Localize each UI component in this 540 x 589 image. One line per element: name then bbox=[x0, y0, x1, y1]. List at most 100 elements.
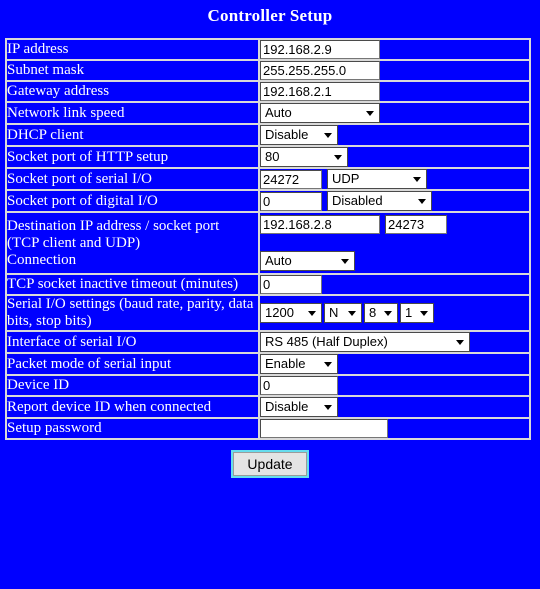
tcp-timeout-input[interactable]: 0 bbox=[260, 275, 322, 294]
label-setup-password: Setup password bbox=[6, 418, 259, 439]
label-device-id: Device ID bbox=[6, 375, 259, 396]
label-gateway-address: Gateway address bbox=[6, 81, 259, 102]
serial-io-protocol-select[interactable]: UDP bbox=[327, 169, 427, 189]
table-row-subnet-mask: Subnet mask 255.255.255.0 bbox=[6, 60, 530, 81]
table-row-gateway-address: Gateway address 192.168.2.1 bbox=[6, 81, 530, 102]
field-network-link-speed: Auto bbox=[259, 102, 530, 124]
label-serial-io-port: Socket port of serial I/O bbox=[6, 168, 259, 190]
field-serial-interface: RS 485 (Half Duplex) bbox=[259, 331, 530, 353]
table-row-network-link-speed: Network link speed Auto bbox=[6, 102, 530, 124]
label-packet-mode: Packet mode of serial input bbox=[6, 353, 259, 375]
field-device-id: 0 bbox=[259, 375, 530, 396]
table-row-ip-address: IP address 192.168.2.9 bbox=[6, 39, 530, 60]
chevron-down-icon bbox=[384, 311, 392, 316]
table-row-http-setup-port: Socket port of HTTP setup 80 bbox=[6, 146, 530, 168]
baud-rate-select[interactable]: 1200 bbox=[260, 303, 322, 323]
label-serial-settings: Serial I/O settings (baud rate, parity, … bbox=[6, 295, 259, 331]
chevron-down-icon bbox=[348, 311, 356, 316]
label-ip-address: IP address bbox=[6, 39, 259, 60]
field-subnet-mask: 255.255.255.0 bbox=[259, 60, 530, 81]
http-setup-port-value: 80 bbox=[265, 149, 280, 164]
digital-io-port-input[interactable]: 0 bbox=[260, 191, 322, 211]
field-dhcp-client: Disable bbox=[259, 124, 530, 146]
http-setup-port-select[interactable]: 80 bbox=[260, 147, 348, 167]
label-destination-ip-line1: Destination IP address / socket port bbox=[7, 217, 220, 234]
packet-mode-select[interactable]: Enable bbox=[260, 354, 338, 374]
connection-select[interactable]: Auto bbox=[260, 251, 355, 271]
field-http-setup-port: 80 bbox=[259, 146, 530, 168]
label-dhcp-client: DHCP client bbox=[6, 124, 259, 146]
chevron-down-icon bbox=[418, 199, 426, 204]
chevron-down-icon bbox=[324, 133, 332, 138]
field-gateway-address: 192.168.2.1 bbox=[259, 81, 530, 102]
destination-port-input[interactable]: 24273 bbox=[385, 215, 447, 234]
chevron-down-icon bbox=[324, 405, 332, 410]
footer-bar: Update bbox=[0, 450, 540, 478]
network-link-speed-value: Auto bbox=[265, 105, 292, 120]
chevron-down-icon bbox=[456, 340, 464, 345]
parity-select[interactable]: N bbox=[324, 303, 362, 323]
stop-bits-value: 1 bbox=[405, 305, 413, 320]
serial-io-port-input[interactable]: 24272 bbox=[260, 169, 322, 189]
gateway-address-input[interactable]: 192.168.2.1 bbox=[260, 82, 380, 101]
chevron-down-icon bbox=[308, 311, 316, 316]
field-digital-io-port: 0 Disabled bbox=[259, 190, 530, 212]
chevron-down-icon bbox=[413, 177, 421, 182]
chevron-down-icon bbox=[324, 362, 332, 367]
field-report-device-id: Disable bbox=[259, 396, 530, 418]
chevron-down-icon bbox=[366, 111, 374, 116]
network-link-speed-select[interactable]: Auto bbox=[260, 103, 380, 123]
controller-setup-table: IP address 192.168.2.9 Subnet mask 255.2… bbox=[5, 38, 531, 440]
table-row-serial-io-port: Socket port of serial I/O 24272 UDP bbox=[6, 168, 530, 190]
field-destination-ip: 192.168.2.8 24273 Auto bbox=[259, 212, 530, 274]
label-network-link-speed: Network link speed bbox=[6, 102, 259, 124]
table-row-tcp-timeout: TCP socket inactive timeout (minutes) 0 bbox=[6, 274, 530, 295]
label-digital-io-port: Socket port of digital I/O bbox=[6, 190, 259, 212]
dhcp-client-value: Disable bbox=[265, 127, 309, 142]
field-serial-io-port: 24272 UDP bbox=[259, 168, 530, 190]
ip-address-input[interactable]: 192.168.2.9 bbox=[260, 40, 380, 59]
digital-io-mode-select[interactable]: Disabled bbox=[327, 191, 432, 211]
field-setup-password bbox=[259, 418, 530, 439]
table-row-digital-io-port: Socket port of digital I/O 0 Disabled bbox=[6, 190, 530, 212]
serial-interface-select[interactable]: RS 485 (Half Duplex) bbox=[260, 332, 470, 352]
serial-interface-value: RS 485 (Half Duplex) bbox=[265, 334, 388, 349]
stop-bits-select[interactable]: 1 bbox=[400, 303, 434, 323]
table-row-serial-settings: Serial I/O settings (baud rate, parity, … bbox=[6, 295, 530, 331]
label-serial-interface: Interface of serial I/O bbox=[6, 331, 259, 353]
label-serial-settings-line1: Serial I/O settings (baud rate, parity, … bbox=[7, 296, 254, 312]
field-serial-settings: 1200 N 8 1 bbox=[259, 295, 530, 331]
serial-io-protocol-value: UDP bbox=[332, 171, 360, 186]
table-row-report-device-id: Report device ID when connected Disable bbox=[6, 396, 530, 418]
connection-value: Auto bbox=[265, 253, 292, 268]
data-bits-select[interactable]: 8 bbox=[364, 303, 398, 323]
table-row-destination-ip: Destination IP address / socket port (TC… bbox=[6, 212, 530, 274]
label-destination-ip: Destination IP address / socket port (TC… bbox=[6, 212, 259, 274]
label-tcp-timeout: TCP socket inactive timeout (minutes) bbox=[6, 274, 259, 295]
parity-value: N bbox=[329, 305, 339, 320]
report-device-id-value: Disable bbox=[265, 399, 309, 414]
dhcp-client-select[interactable]: Disable bbox=[260, 125, 338, 145]
table-row-dhcp-client: DHCP client Disable bbox=[6, 124, 530, 146]
report-device-id-select[interactable]: Disable bbox=[260, 397, 338, 417]
table-row-packet-mode: Packet mode of serial input Enable bbox=[6, 353, 530, 375]
field-packet-mode: Enable bbox=[259, 353, 530, 375]
label-subnet-mask: Subnet mask bbox=[6, 60, 259, 81]
device-id-input[interactable]: 0 bbox=[260, 376, 338, 395]
field-ip-address: 192.168.2.9 bbox=[259, 39, 530, 60]
subnet-mask-input[interactable]: 255.255.255.0 bbox=[260, 61, 380, 80]
label-destination-ip-line3: Connection bbox=[7, 251, 77, 268]
packet-mode-value: Enable bbox=[265, 356, 306, 371]
baud-rate-value: 1200 bbox=[265, 305, 294, 320]
table-row-setup-password: Setup password bbox=[6, 418, 530, 439]
chevron-down-icon bbox=[420, 311, 428, 316]
destination-ip-input[interactable]: 192.168.2.8 bbox=[260, 215, 380, 234]
field-tcp-timeout: 0 bbox=[259, 274, 530, 295]
setup-password-input[interactable] bbox=[260, 419, 388, 438]
update-button[interactable]: Update bbox=[231, 450, 309, 478]
label-serial-settings-line2: bits, stop bits) bbox=[7, 313, 92, 329]
chevron-down-icon bbox=[334, 155, 342, 160]
data-bits-value: 8 bbox=[369, 305, 377, 320]
connection-row: Auto bbox=[260, 234, 529, 273]
destination-ip-row: 192.168.2.8 24273 bbox=[260, 213, 529, 234]
